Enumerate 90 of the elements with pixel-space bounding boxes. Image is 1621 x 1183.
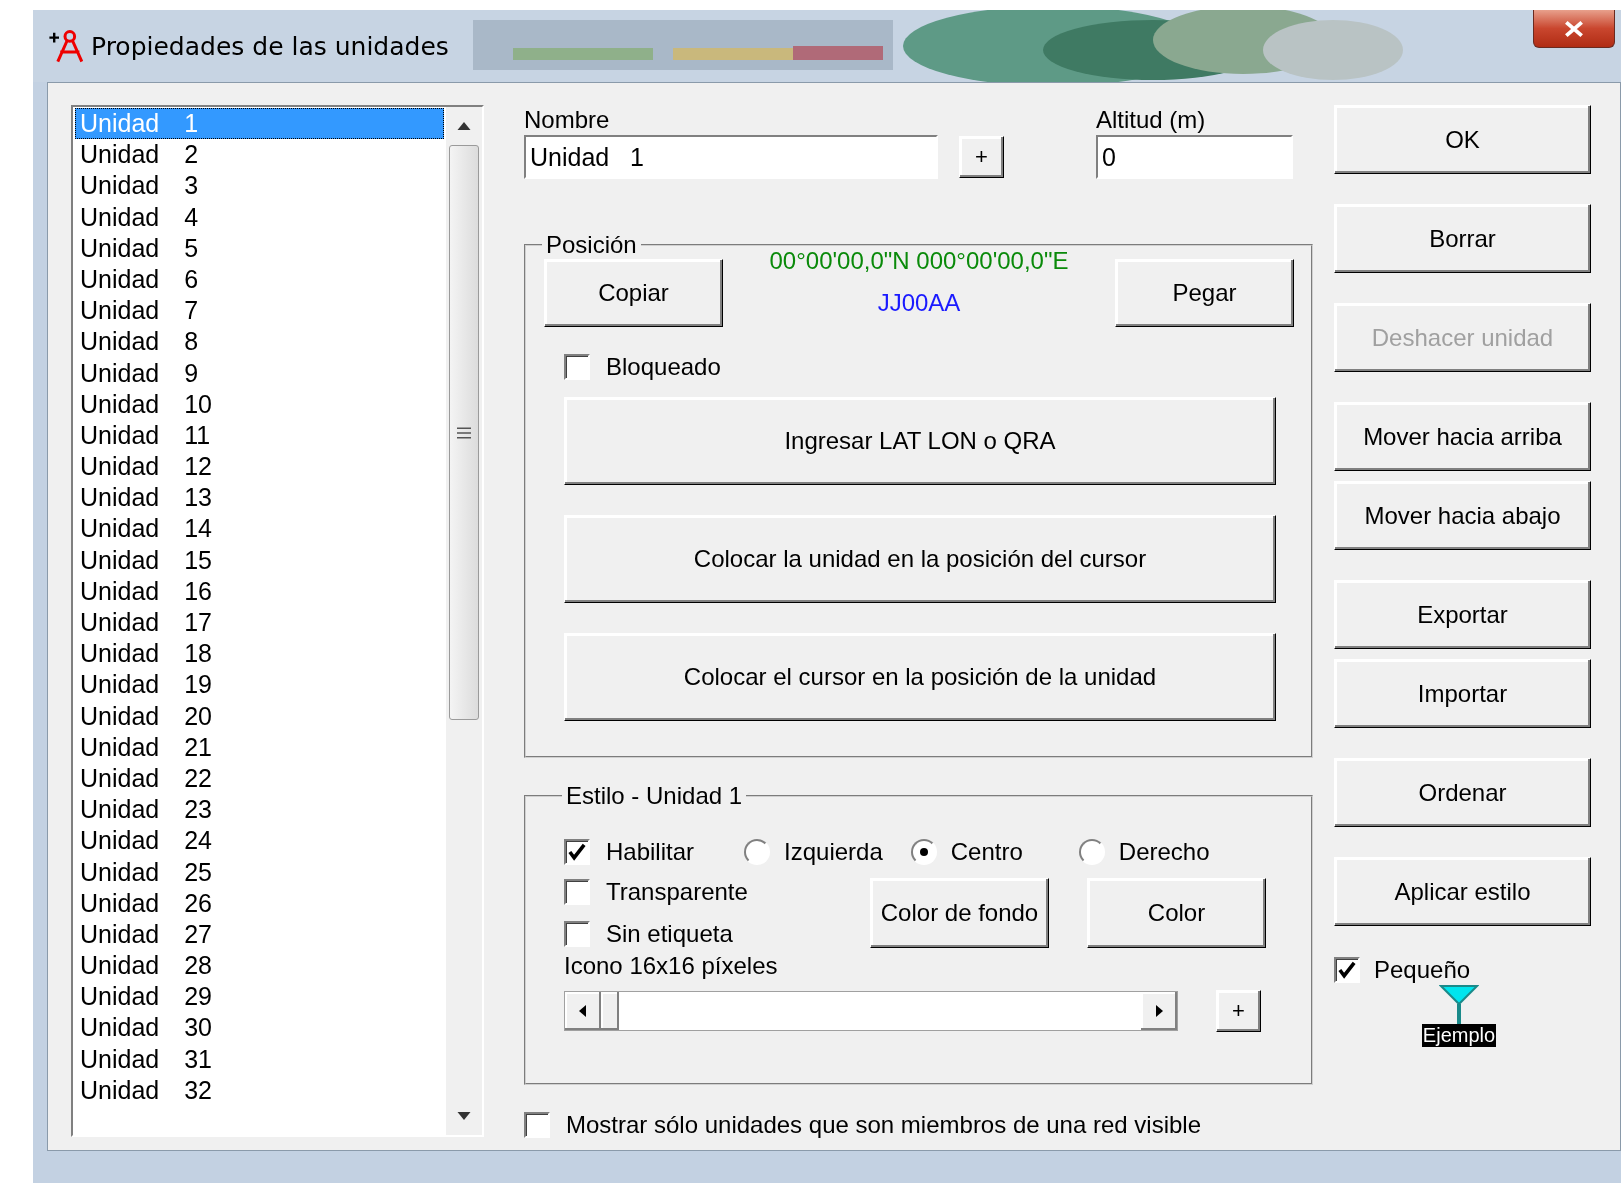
side-button[interactable]: Borrar xyxy=(1334,204,1591,273)
alignment-label: Izquierda xyxy=(784,838,883,866)
copy-button[interactable]: Copiar xyxy=(544,259,723,327)
unit-list-item[interactable]: Unidad 2 xyxy=(75,139,444,171)
side-button[interactable]: Mover hacia abajo xyxy=(1334,481,1591,550)
unit-list-item[interactable]: Unidad 13 xyxy=(75,482,444,514)
scroll-thumb[interactable] xyxy=(601,992,619,1030)
checkbox[interactable] xyxy=(1334,957,1360,983)
unit-list-item[interactable]: Unidad 28 xyxy=(75,950,444,982)
unit-list-item[interactable]: Unidad 31 xyxy=(75,1043,444,1075)
radio-button[interactable] xyxy=(1078,839,1105,865)
unit-list-item[interactable]: Unidad 12 xyxy=(75,451,444,483)
checkbox[interactable] xyxy=(564,354,590,380)
unit-list-item[interactable]: Unidad 18 xyxy=(75,638,444,670)
grip-icon xyxy=(457,426,471,439)
no-label-label: Sin etiqueta xyxy=(606,920,733,948)
position-title: Posición xyxy=(545,231,638,259)
unit-list-item[interactable]: Unidad 3 xyxy=(75,170,444,202)
radio-button[interactable] xyxy=(910,839,937,865)
unit-list-item[interactable]: Unidad 8 xyxy=(75,326,444,358)
unit-list-item[interactable]: Unidad 19 xyxy=(75,669,444,701)
unit-list-item[interactable]: Unidad 5 xyxy=(75,232,444,264)
close-button[interactable] xyxy=(1533,10,1615,48)
unit-list-item[interactable]: Unidad 16 xyxy=(75,575,444,607)
unit-list-item[interactable]: Unidad 27 xyxy=(75,918,444,951)
checkbox[interactable] xyxy=(564,921,590,947)
right-arrow-button[interactable] xyxy=(1141,992,1177,1030)
unit-list-item[interactable]: Unidad 29 xyxy=(75,981,444,1013)
unit-list-item[interactable]: Unidad 20 xyxy=(75,700,444,732)
unit-list-item[interactable]: Unidad 23 xyxy=(75,794,444,826)
side-button[interactable]: Exportar xyxy=(1334,580,1591,649)
unit-list-item[interactable]: Unidad 6 xyxy=(75,263,444,296)
vertical-scrollbar[interactable] xyxy=(446,107,482,1135)
style-title: Estilo - Unidad 1 xyxy=(565,782,744,810)
unit-list-item[interactable]: Unidad 25 xyxy=(75,856,444,888)
transparent-label: Transparente xyxy=(606,878,748,906)
unit-list-item[interactable]: Unidad 32 xyxy=(75,1074,444,1106)
locator-text: JJ00AA xyxy=(877,289,961,317)
name-field[interactable]: Unidad 1 xyxy=(524,135,938,179)
altitude-field[interactable]: 0 xyxy=(1096,135,1293,179)
paste-button[interactable]: Pegar xyxy=(1115,259,1294,327)
unit-list-item[interactable]: Unidad 24 xyxy=(75,825,444,857)
radio-button[interactable] xyxy=(744,839,771,865)
altitude-label: Altitud (m) xyxy=(1096,105,1207,135)
icon-size-label: Icono 16x16 píxeles xyxy=(564,952,779,980)
small-label: Pequeño xyxy=(1374,956,1471,984)
unit-list-item[interactable]: Unidad 15 xyxy=(75,544,444,576)
unit-list-item[interactable]: Unidad 4 xyxy=(75,201,444,233)
unit-list-item[interactable]: Unidad 11 xyxy=(75,419,444,452)
alignment-label: Centro xyxy=(950,838,1023,866)
side-button[interactable]: Ordenar xyxy=(1334,758,1591,827)
side-button[interactable]: Aplicar estilo xyxy=(1334,857,1591,926)
compass-icon xyxy=(47,28,83,64)
locked-label: Bloqueado xyxy=(606,353,721,381)
antenna-icon xyxy=(1439,984,1479,1024)
checkbox[interactable] xyxy=(564,839,590,865)
action-button[interactable]: Ingresar LAT LON o QRA xyxy=(564,397,1276,485)
checkbox[interactable] xyxy=(564,879,590,905)
unit-list-item[interactable]: Unidad 17 xyxy=(75,607,444,639)
unit-list-item[interactable]: Unidad 26 xyxy=(75,887,444,919)
color-button[interactable]: Color xyxy=(1087,878,1266,948)
checkmark-icon xyxy=(1337,960,1357,980)
enable-label: Habilitar xyxy=(606,838,695,866)
example-label: Ejemplo xyxy=(1421,1024,1497,1047)
alignment-label: Derecho xyxy=(1118,838,1210,866)
window-title: Propiedades de las unidades xyxy=(91,31,449,61)
left-arrow-button[interactable] xyxy=(565,992,601,1030)
coordinates-text: 00°00'00,0"N 000°00'00,0"E xyxy=(769,247,1069,275)
scroll-thumb[interactable] xyxy=(449,145,479,720)
unit-list-item[interactable]: Unidad 9 xyxy=(75,357,444,389)
unit-list-item[interactable]: Unidad 22 xyxy=(75,762,444,795)
checkmark-icon xyxy=(567,842,587,862)
members-only-label: Mostrar sólo unidades que son miembros de una red visible xyxy=(566,1111,1201,1139)
name-label: Nombre xyxy=(524,105,611,135)
close-icon xyxy=(1563,19,1585,38)
checkbox[interactable] xyxy=(524,1112,550,1138)
add-button[interactable]: + xyxy=(1216,990,1261,1032)
unit-list-item[interactable]: Unidad 7 xyxy=(75,295,444,327)
unit-list-item[interactable]: Unidad 30 xyxy=(75,1012,444,1044)
horizontal-scrollbar[interactable] xyxy=(564,991,1178,1031)
unit-list-item[interactable]: Unidad 10 xyxy=(75,388,444,420)
side-button[interactable]: Mover hacia arriba xyxy=(1334,402,1591,471)
side-button[interactable]: OK xyxy=(1334,105,1591,174)
add-button[interactable]: + xyxy=(959,136,1004,178)
action-button[interactable]: Colocar el cursor en la posición de la unidad xyxy=(564,633,1276,721)
background-color-button[interactable]: Color de fondo xyxy=(870,878,1049,948)
action-button[interactable]: Colocar la unidad en la posición del cursor xyxy=(564,515,1276,603)
unit-list-item[interactable]: Unidad 21 xyxy=(75,731,444,763)
side-button[interactable]: Importar xyxy=(1334,659,1591,728)
unit-list-item[interactable]: Unidad 14 xyxy=(75,513,444,545)
